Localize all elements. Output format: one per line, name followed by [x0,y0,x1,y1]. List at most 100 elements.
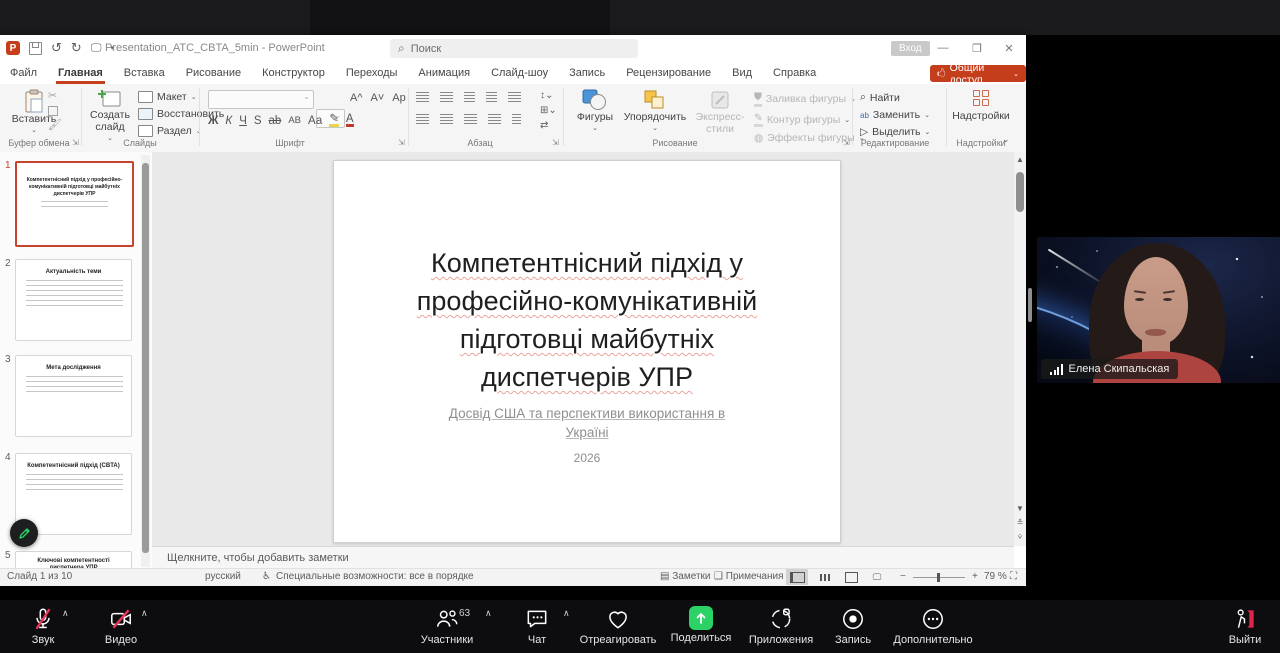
drawing-dialog-launcher[interactable]: ⇲ [843,138,850,147]
font-dialog-launcher[interactable]: ⇲ [398,138,405,147]
more-button[interactable]: Дополнительно [890,606,976,646]
zoom-slider-thumb[interactable] [937,573,940,582]
numbering-icon[interactable] [440,92,453,102]
shape-outline-button[interactable]: ✎ Контур фигуры ⌄ [754,112,865,127]
collapse-ribbon-icon[interactable]: ⌄ [1002,134,1010,145]
bullets-icon[interactable] [416,92,429,102]
new-slide-button[interactable]: Создать слайд ⌄ [86,89,134,145]
text-shadow-button[interactable]: S [254,115,262,127]
scroll-down-icon[interactable]: ▼ [1014,504,1026,513]
slide-thumbnail-3[interactable]: Мета дослідження [15,355,132,437]
select-button[interactable]: ▷ Выделить ⌄ [860,126,930,138]
tab-file[interactable]: Файл [10,67,37,79]
tab-view[interactable]: Вид [732,67,752,79]
notes-toggle[interactable]: ▤ Заметки [660,571,710,582]
accessibility-status[interactable]: Специальные возможности: все в порядке [276,571,474,582]
redo-icon[interactable]: ↻ [71,40,82,56]
shape-fill-button[interactable]: ⛊ Заливка фигуры ⌄ [754,91,865,107]
slide-area-scrollbar[interactable]: ▲ ▼ ≛ ⩒ [1014,152,1026,546]
slide-title[interactable]: Компетентнісний підхід у професійно-кому… [334,244,840,396]
change-case-button[interactable]: Аа [308,115,322,127]
audio-options-chevron[interactable]: ∧ [62,608,69,619]
shapes-button[interactable]: Фигуры ⌄ [570,89,620,135]
layout-button[interactable]: Макет ⌄ [138,91,197,103]
tab-slideshow[interactable]: Слайд-шоу [491,67,548,79]
format-painter-icon[interactable]: 🖌 [48,119,62,132]
participant-video-feed[interactable]: Елена Скипальская [1037,237,1280,383]
section-button[interactable]: Раздел ⌄ [138,125,202,137]
decrease-indent-icon[interactable] [464,92,475,102]
tab-draw[interactable]: Рисование [186,67,241,79]
save-icon[interactable] [29,42,42,55]
zoom-slider[interactable] [913,577,965,578]
tab-design[interactable]: Конструктор [262,67,325,79]
video-panel-scrollbar[interactable] [1028,288,1032,322]
strikethrough-button[interactable]: ab [269,115,282,127]
undo-icon[interactable]: ↺ [51,40,62,56]
slide-sorter-view-button[interactable] [814,569,836,585]
text-direction-icon[interactable]: ↕⌄ [540,90,557,101]
tab-review[interactable]: Рецензирование [626,67,711,79]
highlight-color-button[interactable]: ✎ [329,114,339,127]
align-right-icon[interactable] [464,114,477,124]
align-text-icon[interactable]: ⊞⌄ [540,105,557,116]
tab-insert[interactable]: Вставка [124,67,165,79]
align-left-icon[interactable] [416,114,429,124]
participants-options-chevron[interactable]: ∧ [485,608,492,619]
clipboard-dialog-launcher[interactable]: ⇲ [72,138,79,147]
search-input[interactable]: ⌕ Поиск [390,39,638,58]
reading-view-button[interactable] [840,569,862,585]
scroll-up-icon[interactable]: ▲ [1014,155,1026,164]
slide-canvas[interactable]: Компетентнісний підхід у професійно-кому… [333,160,841,543]
notes-pane[interactable]: Щелкните, чтобы добавить заметки [152,546,1014,568]
arrange-button[interactable]: Упорядочить ⌄ [622,89,688,135]
clear-formatting-button[interactable]: Ар [392,92,405,104]
replace-button[interactable]: ab Заменить ⌄ [860,109,930,121]
align-center-icon[interactable] [440,114,453,124]
maximize-button[interactable]: ❐ [968,39,986,57]
signin-button[interactable]: Вход [891,41,930,56]
previous-slide-button[interactable]: ≛ [1014,518,1026,527]
tab-animations[interactable]: Анимация [418,67,470,79]
copy-icon[interactable] [48,106,58,116]
react-button[interactable]: Отреагировать [578,606,658,646]
chat-button[interactable]: Чат [515,606,559,646]
paragraph-dialog-launcher[interactable]: ⇲ [552,138,559,147]
slide-subtitle[interactable]: Досвід США та перспективи використання в… [334,404,840,442]
find-button[interactable]: ⌕ Найти [860,91,930,104]
fit-slide-button[interactable]: ⛶ [1010,571,1017,582]
chat-options-chevron[interactable]: ∧ [563,608,570,619]
zoom-in-button[interactable]: + [972,571,978,582]
comments-toggle[interactable]: ❑ Примечания [714,571,783,582]
share-access-button[interactable]: 🖒 Общий доступ ⌄ [930,65,1026,82]
video-options-chevron[interactable]: ∧ [141,608,148,619]
slide-thumbnail-2[interactable]: Актуальність теми [15,259,132,341]
underline-button[interactable]: Ч [239,115,247,127]
slideshow-view-button[interactable]: 🖵 [866,569,888,585]
shrink-font-button[interactable]: А˅ [371,92,385,104]
tab-help[interactable]: Справка [773,67,816,79]
record-button[interactable]: Запись [830,606,876,646]
convert-smartart-icon[interactable]: ⇄ [540,120,557,131]
slide-counter[interactable]: Слайд 1 из 10 [7,571,72,582]
justify-icon[interactable] [488,114,501,124]
zoom-out-button[interactable]: − [900,571,906,582]
character-spacing-button[interactable]: АВ [288,115,301,126]
tab-home[interactable]: Главная [58,67,103,79]
share-screen-button[interactable]: Поделиться [668,606,734,644]
minimize-button[interactable]: — [934,39,952,57]
annotation-pencil-button[interactable] [10,519,38,547]
slide-thumbnail-1[interactable]: Компетентнісний підхід у професійно-кому… [15,161,134,247]
participants-button[interactable]: 63 Участники [415,606,479,646]
tab-record[interactable]: Запись [569,67,605,79]
font-color-button[interactable]: А [346,114,354,127]
close-button[interactable]: ✕ [1000,39,1018,57]
line-spacing-icon[interactable] [508,92,521,102]
language-indicator[interactable]: русский [205,571,241,582]
apps-button[interactable]: Приложения [748,606,814,646]
grow-font-button[interactable]: А^ [350,92,363,104]
italic-button[interactable]: К [225,115,232,127]
quick-styles-button[interactable]: Экспресс-стили [692,89,748,135]
zoom-percentage[interactable]: 79 % [984,571,1007,582]
cut-icon[interactable]: ✂ [48,90,62,103]
